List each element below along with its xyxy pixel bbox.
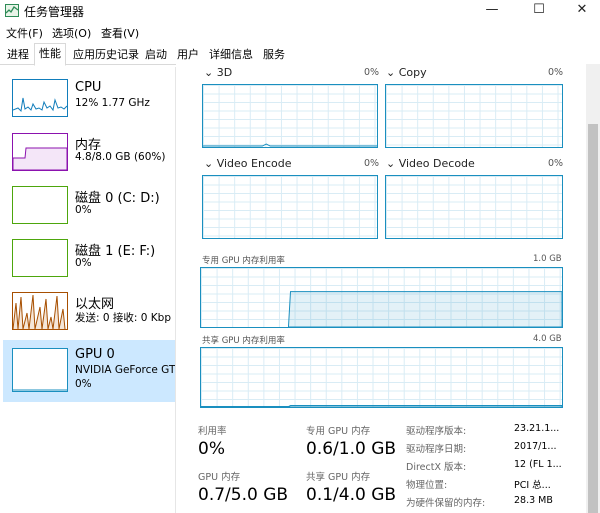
sidebar-item-usage: 0% [75,378,92,390]
tab-performance[interactable]: 性能 [34,43,66,66]
directx-version-value: 12 (FL 1... [514,459,562,470]
maximize-button[interactable]: ☐ [517,0,561,22]
shared-memory-graph [200,347,563,408]
menu-bar: 文件(F) 选项(O) 查看(V) [0,22,600,42]
tab-bar: 进程 性能 应用历史记录 启动 用户 详细信息 服务 [0,42,600,66]
driver-version-label: 驱动程序版本: [406,426,467,437]
gpu-memory-value: 0.7/5.0 GB [198,485,289,505]
memory-thumbnail-graph [12,133,68,171]
dedicated-gpu-memory-label: 专用 GPU 内存 [306,426,371,437]
dedicated-memory-graph [200,267,563,328]
tab-processes[interactable]: 进程 [2,44,34,65]
utilization-value: 0% [198,439,225,459]
sidebar-item-detail: 12% 1.77 GHz [75,97,150,109]
physical-location-label: 物理位置: [406,480,448,491]
driver-version-value: 23.21.1... [514,423,560,434]
engine-pct-3d: 0% [364,67,380,78]
perf-sidebar: CPU 12% 1.77 GHz 内存 4.8/8.0 GB (60%) 磁盘 … [0,67,176,513]
gpu-memory-label: GPU 内存 [198,472,241,483]
shared-gpu-memory-label: 共享 GPU 内存 [306,472,371,483]
dedicated-memory-label: 专用 GPU 内存利用率 [202,256,285,266]
sidebar-item-detail: NVIDIA GeForce GT [75,364,175,376]
sidebar-item-detail: 0% [75,257,92,269]
physical-location-value: PCI 总... [514,480,551,491]
chevron-down-icon: ⌄ [204,157,217,170]
ethernet-thumbnail-graph [12,292,68,330]
hardware-reserved-memory-value: 28.3 MB [514,495,553,506]
minimize-button[interactable]: — [470,0,514,22]
dedicated-memory-fill [288,291,562,327]
engine-dropdown-3d[interactable]: ⌄ 3D [204,66,232,79]
engine-dropdown-video-decode[interactable]: ⌄ Video Decode [386,157,475,170]
sidebar-item-ethernet[interactable]: 以太网 发送: 0 接收: 0 Kbp [3,286,175,338]
tab-details[interactable]: 详细信息 [204,44,258,65]
utilization-label: 利用率 [198,426,227,437]
driver-date-value: 2017/1... [514,441,557,452]
driver-date-label: 驱动程序日期: [406,444,467,455]
sidebar-item-cpu[interactable]: CPU 12% 1.77 GHz [3,73,175,125]
window-title: 任务管理器 [24,5,85,19]
cpu-thumbnail-graph [12,79,68,117]
shared-memory-max: 4.0 GB [533,334,562,344]
shared-gpu-memory-value: 0.1/4.0 GB [306,485,397,505]
sidebar-item-detail: 0% [75,204,92,216]
title-bar: 任务管理器 — ☐ ✕ [0,0,600,22]
shared-memory-label: 共享 GPU 内存利用率 [202,336,285,346]
close-button[interactable]: ✕ [560,0,600,22]
tab-startup[interactable]: 启动 [140,44,172,65]
dedicated-memory-max: 1.0 GB [533,254,562,264]
tab-services[interactable]: 服务 [258,44,290,65]
engine-graph-video-decode [385,175,563,239]
engine-graph-video-encode [202,175,378,239]
vertical-scrollbar[interactable] [586,64,600,513]
engine-pct-video-decode: 0% [548,158,564,169]
chevron-down-icon: ⌄ [204,66,217,79]
engine-graph-3d [202,84,378,148]
tab-app-history[interactable]: 应用历史记录 [68,44,144,65]
hardware-reserved-memory-label: 为硬件保留的内存: [406,498,486,509]
disk1-thumbnail-graph [12,239,68,277]
engine-graph-copy [385,84,563,148]
shared-memory-fill [201,405,562,407]
chevron-down-icon: ⌄ [386,66,399,79]
gpu-detail-panel: ⌄ 3D 0% ⌄ Copy 0% ⌄ Video Encode 0% ⌄ Vi… [176,64,586,513]
sidebar-item-disk1[interactable]: 磁盘 1 (E: F:) 0% [3,233,175,285]
engine-pct-copy: 0% [548,67,564,78]
tab-users[interactable]: 用户 [172,44,204,65]
engine-dropdown-video-encode[interactable]: ⌄ Video Encode [204,157,291,170]
gpu-thumbnail-graph [12,348,68,392]
sidebar-item-disk0[interactable]: 磁盘 0 (C: D:) 0% [3,180,175,232]
sidebar-item-gpu0[interactable]: GPU 0 NVIDIA GeForce GT 0% [3,340,175,402]
scrollbar-thumb[interactable] [588,124,598,513]
chevron-down-icon: ⌄ [386,157,399,170]
sidebar-item-label: CPU [75,80,102,95]
dedicated-gpu-memory-value: 0.6/1.0 GB [306,439,397,459]
directx-version-label: DirectX 版本: [406,462,467,473]
menu-file[interactable]: 文件(F) [6,25,43,41]
sidebar-item-label: GPU 0 [75,347,115,362]
menu-options[interactable]: 选项(O) [52,25,91,41]
engine-dropdown-copy[interactable]: ⌄ Copy [386,66,427,79]
sidebar-item-detail: 4.8/8.0 GB (60%) [75,151,166,163]
menu-view[interactable]: 查看(V) [101,25,139,41]
sidebar-item-detail: 发送: 0 接收: 0 Kbp [75,312,172,324]
sidebar-item-memory[interactable]: 内存 4.8/8.0 GB (60%) [3,127,175,179]
task-manager-icon [5,4,19,17]
disk0-thumbnail-graph [12,186,68,224]
engine-pct-video-encode: 0% [364,158,380,169]
